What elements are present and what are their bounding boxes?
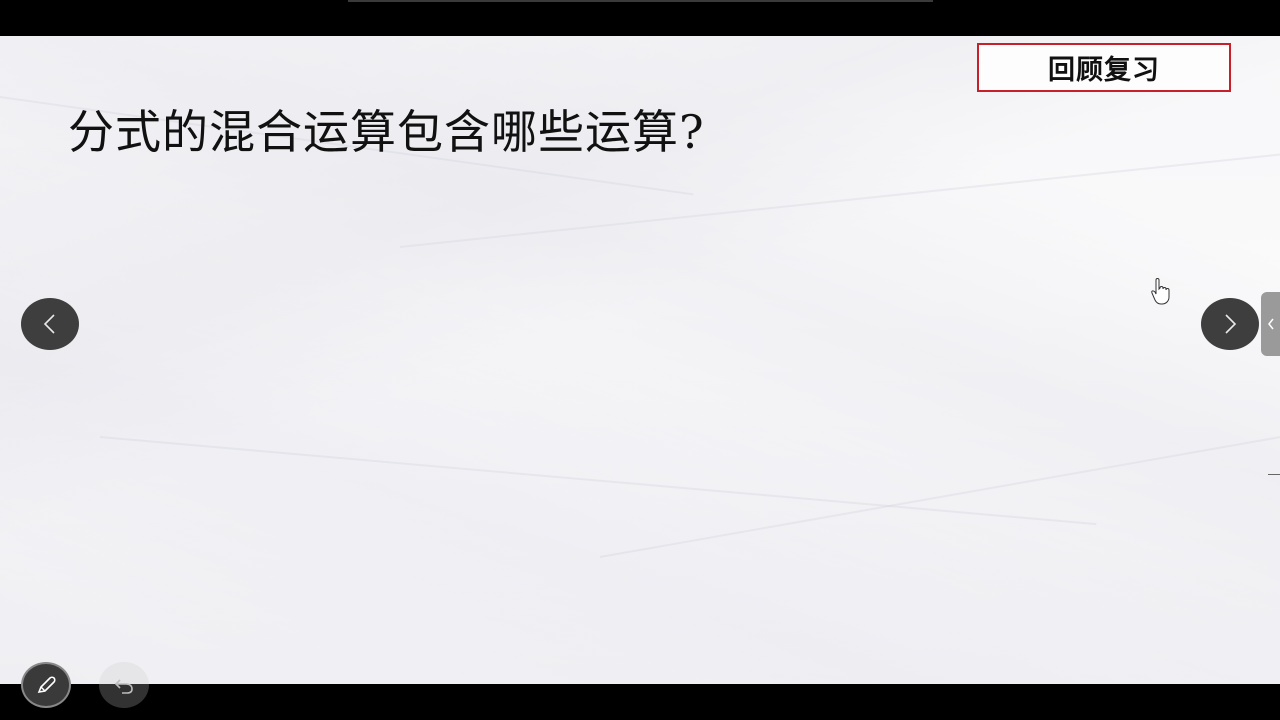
review-label: 回顾复习	[1048, 55, 1160, 86]
chevron-left-icon	[43, 314, 55, 334]
slide-question: 分式的混合运算包含哪些运算?	[68, 105, 705, 159]
top-bar	[0, 0, 1280, 36]
undo-button[interactable]	[99, 662, 149, 708]
pen-icon	[37, 676, 56, 694]
review-label-box: 回顾复习	[977, 43, 1231, 92]
next-slide-button[interactable]	[1201, 298, 1259, 350]
undo-icon	[114, 679, 133, 694]
chevron-right-icon	[1225, 314, 1237, 334]
paper-crease	[99, 436, 1097, 526]
paper-crease	[599, 434, 1280, 558]
chevron-left-icon	[1267, 318, 1274, 330]
paper-crease	[399, 151, 1280, 248]
bottom-bar	[0, 684, 1280, 720]
pen-tool-button[interactable]	[21, 662, 71, 708]
side-panel-tab[interactable]	[1261, 292, 1280, 356]
progress-line	[348, 0, 933, 2]
previous-slide-button[interactable]	[21, 298, 79, 350]
hand-cursor-icon	[1151, 278, 1170, 305]
edge-mark	[1268, 474, 1280, 475]
